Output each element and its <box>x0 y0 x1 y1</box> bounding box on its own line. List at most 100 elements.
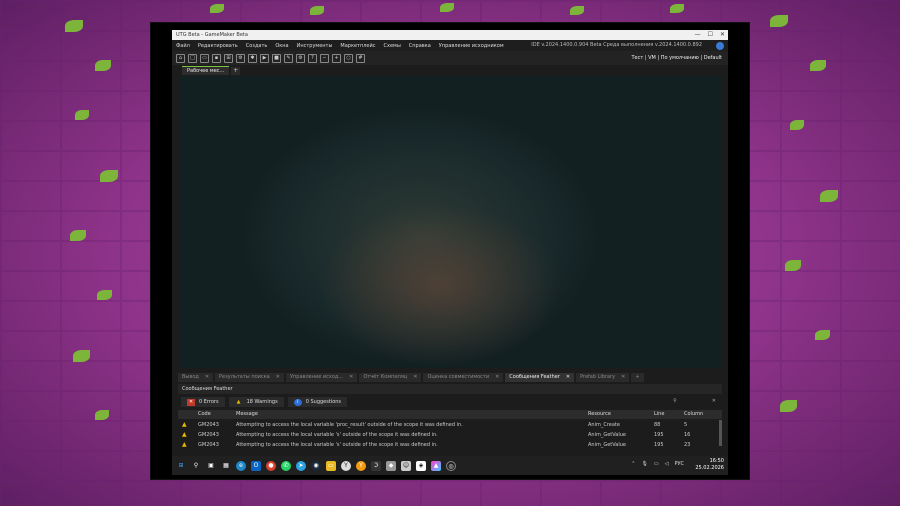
close-icon[interactable]: ✕ <box>495 373 499 382</box>
header-line[interactable]: Line <box>654 410 684 419</box>
version-info: IDE v.2024.1400.0.904 Beta Среда выполне… <box>531 42 702 48</box>
zoom-reset-icon[interactable]: ○ <box>344 53 353 63</box>
tab-output[interactable]: Вывод ✕ <box>178 373 214 382</box>
tab-workspace[interactable]: Рабочее мес... <box>182 66 230 75</box>
avatar[interactable] <box>716 42 724 50</box>
warnings-filter[interactable]: ▲ 18 Warnings <box>228 397 284 407</box>
language-indicator[interactable]: РУС <box>674 461 684 467</box>
workspace-canvas[interactable] <box>180 76 722 368</box>
close-icon[interactable]: ✕ <box>566 373 570 382</box>
menu-marketplace[interactable]: Маркетплейс <box>340 43 375 49</box>
edge-icon[interactable]: e <box>236 460 246 471</box>
row-resource: Anim_Create <box>588 422 620 428</box>
search-icon[interactable]: ⚲ <box>673 398 677 404</box>
app-icon[interactable]: ▲ <box>431 460 441 471</box>
zoom-in-icon[interactable]: + <box>332 53 341 63</box>
tab-output-label: Вывод <box>182 374 199 380</box>
grid-icon[interactable]: # <box>356 53 365 63</box>
menu-file[interactable]: Файл <box>176 43 190 49</box>
steam-icon[interactable]: ◉ <box>311 460 321 471</box>
menu-tools[interactable]: Инструменты <box>297 43 333 49</box>
errors-count: 0 Errors <box>199 399 219 405</box>
close-icon[interactable]: ✕ <box>413 373 417 382</box>
menu-bar: Файл Редактировать Создать Окна Инструме… <box>172 40 728 51</box>
table-row[interactable]: ▲ GM2043 Attempting to access the local … <box>178 430 722 440</box>
close-icon[interactable]: ✕ <box>349 373 353 382</box>
obs-icon[interactable]: ◎ <box>446 460 456 471</box>
close-icon[interactable]: ✕ <box>205 373 209 382</box>
warnings-count: 18 Warnings <box>246 399 278 405</box>
row-column: 23 <box>684 442 691 448</box>
gamemaker-window: UTG Beta - GameMaker Beta — ☐ ✕ Файл Ред… <box>172 30 728 475</box>
clean-icon[interactable]: ✎ <box>284 53 293 63</box>
table-row[interactable]: ▲ GM2043 Attempting to access the local … <box>178 420 722 430</box>
yandex-icon[interactable]: Y <box>341 460 351 471</box>
menu-layouts[interactable]: Схемы <box>384 43 401 49</box>
scrollbar[interactable] <box>719 420 722 446</box>
network-icon[interactable]: ▭ <box>654 461 659 467</box>
app-icon[interactable]: ☺ <box>401 460 411 471</box>
outlook-icon[interactable]: O <box>251 460 261 471</box>
build-icon[interactable]: ⚙ <box>236 53 245 63</box>
minimize-button[interactable]: — <box>695 30 701 40</box>
chevron-up-icon[interactable]: ⌃ <box>631 461 635 467</box>
open-project-icon[interactable]: ▭ <box>200 53 209 63</box>
tab-search-results[interactable]: Результаты поиска ✕ <box>215 373 284 382</box>
microphone-icon[interactable]: 🎙 <box>641 461 647 467</box>
save-icon[interactable]: ▪ <box>212 53 221 63</box>
tab-feather-messages[interactable]: Сообщения Feather ✕ <box>505 373 575 382</box>
tab-compatibility[interactable]: Оценка совместимости ✕ <box>423 373 504 382</box>
bottom-tabs: Вывод ✕ Результаты поиска ✕ Управление исх… <box>178 373 724 382</box>
maximize-button[interactable]: ☐ <box>708 30 713 40</box>
close-icon[interactable]: ✕ <box>276 373 280 382</box>
settings-icon[interactable]: ⚙ <box>296 53 305 63</box>
app-icon[interactable]: ◆ <box>386 460 396 471</box>
app-icon[interactable]: ℑ <box>371 460 381 471</box>
errors-filter[interactable]: ✕ 0 Errors <box>181 397 225 407</box>
date: 25.02.2026 <box>695 465 724 471</box>
stop-icon[interactable]: ■ <box>272 53 281 63</box>
debug-icon[interactable]: ✱ <box>248 53 257 63</box>
row-line: 195 <box>654 442 664 448</box>
yandex-browser-icon[interactable]: Y <box>356 460 366 471</box>
add-bottom-tab-button[interactable]: + <box>631 373 644 382</box>
close-button[interactable]: ✕ <box>720 30 725 40</box>
header-message[interactable]: Message <box>236 410 588 419</box>
home-icon[interactable]: ⌂ <box>176 53 185 63</box>
gamemaker-icon[interactable]: ◈ <box>416 460 426 471</box>
new-project-icon[interactable]: □ <box>188 53 197 63</box>
menu-source-control[interactable]: Управление исходником <box>439 43 504 49</box>
calculator-icon[interactable]: ▦ <box>221 461 231 471</box>
run-icon[interactable]: ▶ <box>260 53 269 63</box>
header-code[interactable]: Code <box>198 410 236 419</box>
task-view-icon[interactable]: ▣ <box>206 461 216 471</box>
menu-edit[interactable]: Редактировать <box>198 43 238 49</box>
volume-icon[interactable]: ◁ <box>665 461 669 467</box>
target-selector[interactable]: Тест | VM | По умолчанию | Default <box>631 51 722 65</box>
workspace-tabs: Рабочее мес... + <box>172 65 728 75</box>
package-icon[interactable]: ⊞ <box>224 53 233 63</box>
search-icon[interactable]: ⚲ <box>191 461 201 471</box>
taskbar: ⊞ ⚲ ▣ ▦ e O ● ✆ ➤ ◉ ▭ Y Y ℑ ◆ ☺ ◈ ▲ ◎ ⌃ … <box>172 456 728 475</box>
tab-compile-report[interactable]: Отчёт Компиляц ✕ <box>359 373 422 382</box>
zoom-out-icon[interactable]: − <box>320 53 329 63</box>
menu-create[interactable]: Создать <box>246 43 268 49</box>
menu-help[interactable]: Справка <box>409 43 431 49</box>
clock[interactable]: 16:50 25.02.2026 <box>695 458 724 472</box>
help-icon[interactable]: ? <box>308 53 317 63</box>
add-tab-button[interactable]: + <box>231 67 241 75</box>
tab-source-control[interactable]: Управление исход... ✕ <box>285 373 358 382</box>
table-row[interactable]: ▲ GM2043 Attempting to access the local … <box>178 440 722 450</box>
tab-prefab-library[interactable]: Prefab Library ✕ <box>576 373 630 382</box>
windows-start-icon[interactable]: ⊞ <box>176 461 186 471</box>
file-explorer-icon[interactable]: ▭ <box>326 460 336 471</box>
suggestions-filter[interactable]: i0 Suggestions <box>287 397 348 407</box>
header-resource[interactable]: Resource <box>588 410 654 419</box>
clear-search-icon[interactable]: ✕ <box>712 398 716 404</box>
menu-windows[interactable]: Окна <box>275 43 288 49</box>
whatsapp-icon[interactable]: ✆ <box>281 460 291 471</box>
telegram-icon[interactable]: ➤ <box>296 460 306 471</box>
chrome-icon[interactable]: ● <box>266 460 276 471</box>
close-icon[interactable]: ✕ <box>621 373 625 382</box>
header-column[interactable]: Column <box>684 410 722 419</box>
